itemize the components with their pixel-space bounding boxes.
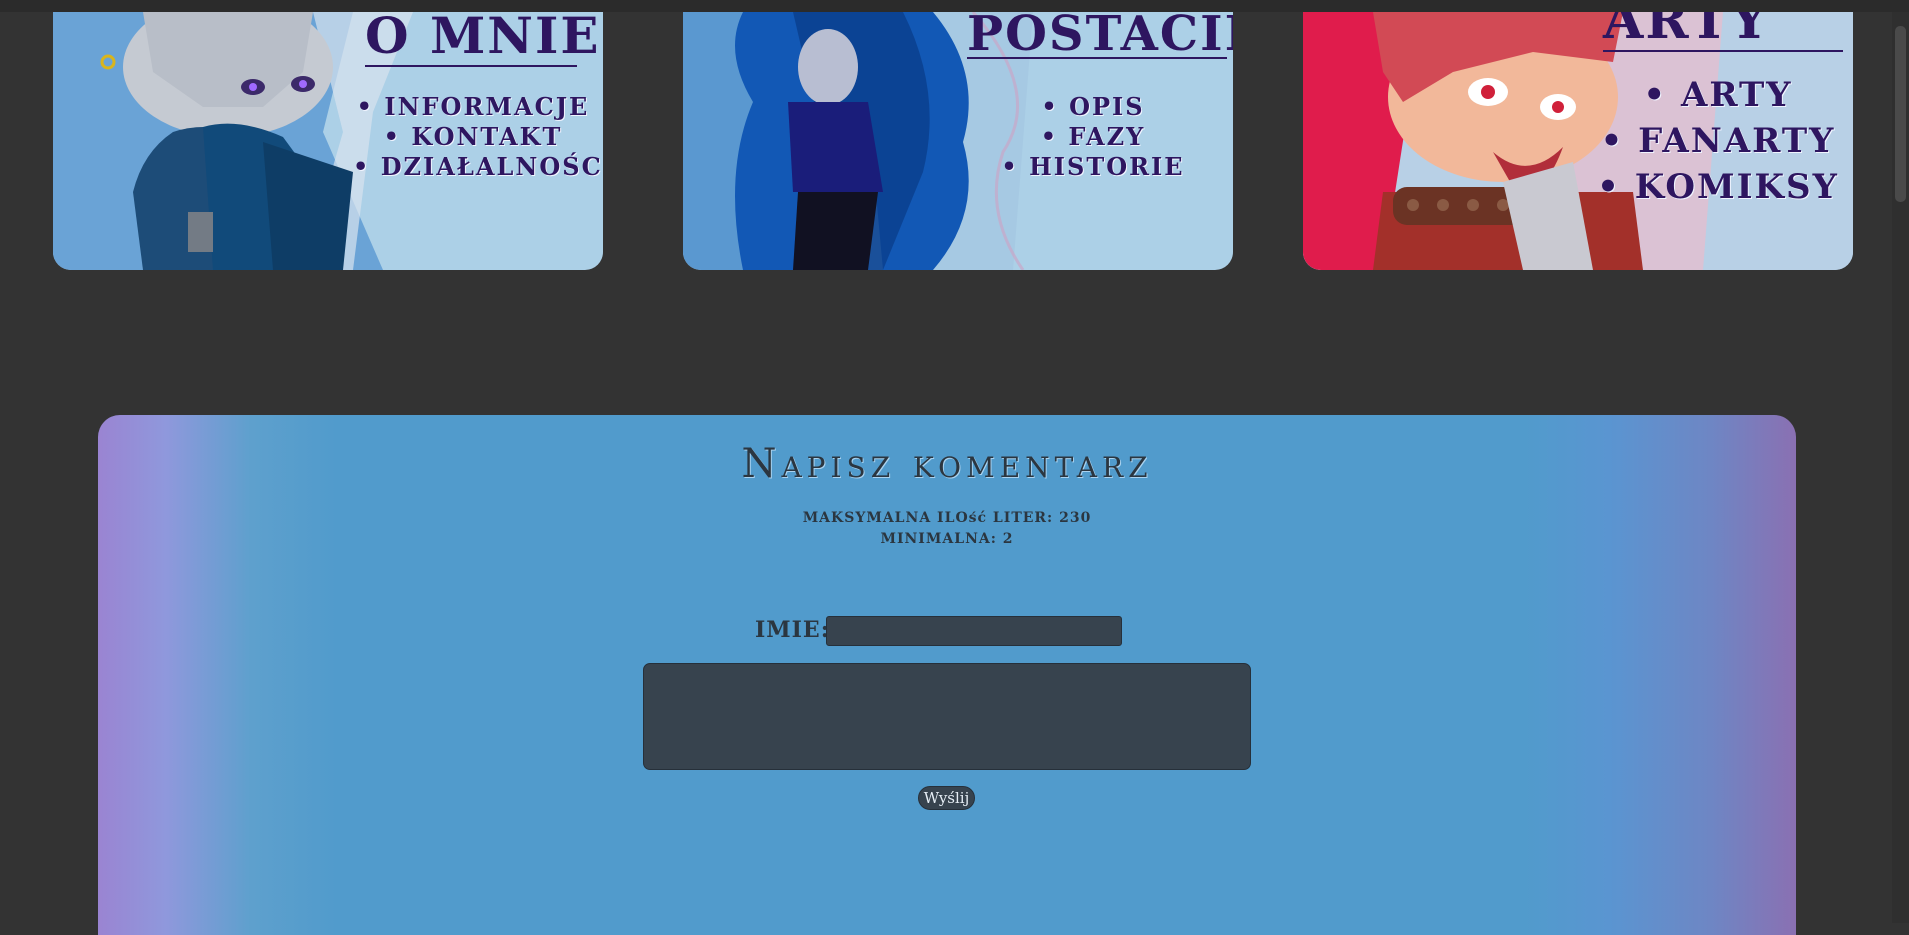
card-postacie[interactable]: POSTACIE OPIS FAZY HISTORIE bbox=[683, 12, 1233, 270]
card-title[interactable]: O MNIE bbox=[365, 12, 601, 65]
comment-panel: Napisz komentarz MAKSYMALNA ILOść LITER:… bbox=[98, 415, 1796, 935]
card-arty[interactable]: ARTY ARTY FANARTY KOMIKSY bbox=[1303, 12, 1853, 270]
card-menu-item[interactable]: FAZY bbox=[983, 122, 1203, 152]
card-menu-item[interactable]: DZIAŁALNOŚC bbox=[353, 152, 601, 182]
card-menu-item[interactable]: KONTAKT bbox=[353, 122, 593, 152]
scrollbar-thumb[interactable] bbox=[1895, 26, 1906, 202]
card-menu-item[interactable]: FANARTY bbox=[1583, 118, 1853, 164]
card-menu-item[interactable]: HISTORIE bbox=[983, 152, 1203, 182]
comment-title: Napisz komentarz bbox=[741, 441, 1153, 487]
card-menu-item[interactable]: KOMIKSY bbox=[1583, 164, 1853, 210]
card-menu: OPIS FAZY HISTORIE bbox=[983, 92, 1203, 182]
card-o-mnie[interactable]: O MNIE INFORMACJE KONTAKT DZIAŁALNOŚC bbox=[53, 12, 603, 270]
card-menu-item[interactable]: OPIS bbox=[983, 92, 1203, 122]
card-title-underline bbox=[365, 65, 577, 67]
card-title-underline bbox=[1603, 50, 1843, 52]
min-letters-note: MINIMALNA: 2 bbox=[880, 531, 1014, 547]
comment-textarea[interactable] bbox=[643, 663, 1251, 770]
card-menu: INFORMACJE KONTAKT DZIAŁALNOŚC bbox=[353, 92, 601, 182]
card-menu-item[interactable]: INFORMACJE bbox=[353, 92, 593, 122]
name-input[interactable] bbox=[826, 616, 1122, 646]
send-button[interactable]: Wyślij bbox=[918, 786, 975, 810]
max-letters-note: MAKSYMALNA ILOść LITER: 230 bbox=[802, 510, 1092, 526]
window-top-bar bbox=[0, 0, 1909, 12]
name-label: IMIE: bbox=[755, 617, 830, 643]
card-menu: ARTY FANARTY KOMIKSY bbox=[1583, 72, 1853, 210]
card-menu-item[interactable]: ARTY bbox=[1583, 72, 1853, 118]
card-title[interactable]: POSTACIE bbox=[967, 12, 1233, 62]
card-title[interactable]: ARTY bbox=[1603, 12, 1769, 51]
card-title-underline bbox=[967, 57, 1227, 59]
vertical-scrollbar[interactable] bbox=[1892, 12, 1909, 923]
